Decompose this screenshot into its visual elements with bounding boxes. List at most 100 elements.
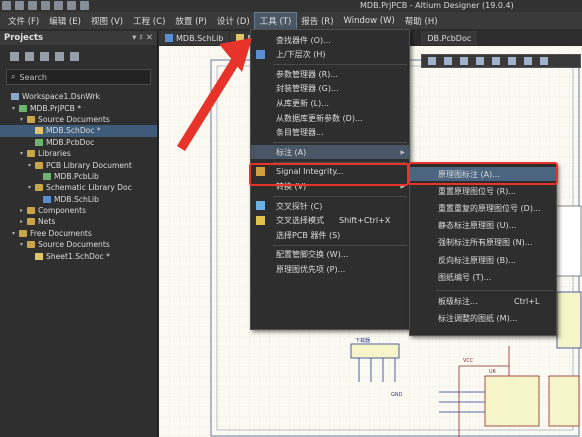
tools-menu-item[interactable]: 从库更新 (L)... xyxy=(251,96,409,110)
annotation-menu-item[interactable]: 图纸编号 (T)... xyxy=(410,270,556,284)
menu-tools[interactable]: 工具 (T) xyxy=(253,11,298,30)
annotation-menu-item[interactable]: 静态标注原理图 (U)... xyxy=(410,219,556,233)
expand-arrow-icon[interactable]: ▸ xyxy=(20,207,27,214)
tree-item[interactable]: ▾ Libraries xyxy=(0,148,157,159)
tools-menu-item[interactable]: 参数管理器 (R)... xyxy=(251,67,409,81)
search-field[interactable]: ⌕ Search xyxy=(6,69,151,85)
menu-design[interactable]: 设计 (D) xyxy=(212,13,255,29)
tree-item[interactable]: MDB.PcbDoc xyxy=(0,137,157,148)
save-icon[interactable] xyxy=(28,1,37,10)
menu-item-label: 标注 (A) xyxy=(276,147,307,157)
tools-menu-item[interactable]: 交叉选择模式 Shift+Ctrl+X xyxy=(251,214,409,228)
tools-menu-item[interactable]: 配置管脚交换 (W)... xyxy=(251,248,409,262)
menu-item-label: 条目管理器... xyxy=(276,128,324,138)
panel-controls[interactable]: ▾ ♯ ✕ xyxy=(132,33,153,43)
tools-menu-item[interactable]: 选择PCB 器件 (S) xyxy=(251,228,409,242)
menu-view[interactable]: 视图 (V) xyxy=(86,13,128,29)
menu-item-label: 板级标注... xyxy=(438,296,478,306)
tree-item[interactable]: MDB.PcbLib xyxy=(0,171,157,182)
title-bar: MDB.PrjPCB - Altium Designer (19.0.4) xyxy=(0,0,582,12)
expand-arrow-icon[interactable]: ▾ xyxy=(12,105,19,112)
new-icon[interactable] xyxy=(2,1,11,10)
part-label-downloader: 下载器 xyxy=(355,337,370,344)
tree-item[interactable]: ▾ Source Documents xyxy=(0,239,157,250)
menu-edit[interactable]: 编辑 (E) xyxy=(44,13,86,29)
tree-item[interactable]: MDB.SchDoc * xyxy=(0,125,157,137)
part-label-vcc: VCC xyxy=(463,358,474,364)
align-icon[interactable] xyxy=(476,57,484,65)
tools-menu-item[interactable]: 查找器件 (O)... xyxy=(251,33,409,47)
redo-icon[interactable] xyxy=(80,1,89,10)
tree-item[interactable]: ▾ Free Documents xyxy=(0,228,157,239)
menu-file[interactable]: 文件 (F) xyxy=(3,13,44,29)
annotation-menu-item[interactable]: 板级标注... Ctrl+L xyxy=(410,294,556,308)
submenu-arrow-icon: ▶ xyxy=(400,148,405,156)
tools-menu-item[interactable]: 上/下层次 (H) xyxy=(251,48,409,62)
add-document-icon[interactable] xyxy=(40,51,49,61)
tree-item[interactable]: Workspace1.DsnWrk xyxy=(0,91,157,102)
menu-help[interactable]: 帮助 (H) xyxy=(400,13,443,29)
menu-item-label: 从库更新 (L)... xyxy=(276,98,329,108)
add-icon[interactable] xyxy=(444,57,452,65)
menu-reports[interactable]: 报告 (R) xyxy=(296,13,338,29)
save-icon[interactable] xyxy=(10,51,19,61)
tree-item[interactable]: ▾ Source Documents xyxy=(0,114,157,125)
undo-icon[interactable] xyxy=(67,1,76,10)
annotation-menu-item[interactable]: 反向标注原理图 (B)... xyxy=(410,253,556,267)
menu-window[interactable]: Window (W) xyxy=(339,14,400,28)
save-all-icon[interactable] xyxy=(41,1,50,10)
expand-arrow-icon[interactable]: ▾ xyxy=(20,150,27,157)
expand-arrow-icon[interactable]: ▾ xyxy=(20,116,27,123)
expand-arrow-icon[interactable]: ▾ xyxy=(28,184,35,191)
schematic-active-toolbar xyxy=(421,54,581,68)
tree-item-label: Source Documents xyxy=(38,240,110,250)
power-port-icon[interactable] xyxy=(524,57,532,65)
menu-project[interactable]: 工程 (C) xyxy=(128,13,170,29)
filter-icon[interactable] xyxy=(428,57,436,65)
tree-item-label: PCB Library Document xyxy=(46,160,132,170)
tools-menu-item[interactable]: 条目管理器... xyxy=(251,126,409,140)
tools-menu-item[interactable]: 从数据库更新参数 (D)... xyxy=(251,111,409,125)
menu-item-label: 上/下层次 (H) xyxy=(276,50,326,60)
add-folder-icon[interactable] xyxy=(55,51,64,61)
expand-arrow-icon[interactable]: ▾ xyxy=(12,230,19,237)
tree-item-label: Schematic Library Doc xyxy=(46,183,132,193)
tree-item[interactable]: ▾ MDB.PrjPCB * xyxy=(0,102,157,113)
compile-icon[interactable] xyxy=(25,51,34,61)
tools-menu-item[interactable]: 原理图优先项 (P)... xyxy=(251,262,409,276)
workspace-icon xyxy=(11,93,19,101)
tab-pcbdoc[interactable]: DB.PcbDoc xyxy=(421,31,478,45)
tree-item[interactable]: ▾ Schematic Library Doc xyxy=(0,182,157,193)
tree-item[interactable]: MDB.SchLib xyxy=(0,194,157,205)
tree-item-label: Libraries xyxy=(38,149,71,159)
tree-item[interactable]: ▾ PCB Library Document xyxy=(0,159,157,170)
folder-icon xyxy=(27,218,35,226)
tree-item[interactable]: Sheet1.SchDoc * xyxy=(0,250,157,261)
annotation-menu-item[interactable]: 强制标注所有原理图 (N)... xyxy=(410,236,556,250)
expand-arrow-icon[interactable]: ▸ xyxy=(20,218,27,225)
tree-item[interactable]: ▸ Components xyxy=(0,205,157,216)
annotation-menu-item[interactable]: 标注调整的图纸 (M)... xyxy=(410,312,556,326)
rect-select-icon[interactable] xyxy=(460,57,468,65)
quick-access-toolbar xyxy=(2,1,89,10)
annotation-menu-item[interactable]: 重置重复的原理图位号 (D)... xyxy=(410,201,556,215)
tree-item[interactable]: ▸ Nets xyxy=(0,216,157,227)
annotation-menu-item[interactable]: 重置原理图位号 (R)... xyxy=(410,184,556,198)
net-label-icon[interactable] xyxy=(508,57,516,65)
menu-item-label: 图纸编号 (T)... xyxy=(438,272,492,282)
tools-menu-item[interactable]: 标注 (A) ▶ xyxy=(251,145,409,160)
menu-place[interactable]: 放置 (P) xyxy=(170,13,211,29)
folder-icon[interactable] xyxy=(54,1,63,10)
expand-arrow-icon[interactable]: ▾ xyxy=(28,162,35,169)
tree-item-label: Workspace1.DsnWrk xyxy=(22,92,101,102)
tools-menu-item[interactable]: 交叉探针 (C) xyxy=(251,199,409,213)
expand-arrow-icon[interactable]: ▾ xyxy=(20,241,27,248)
probe-icon xyxy=(256,201,265,210)
settings-icon[interactable] xyxy=(70,51,79,61)
open-icon[interactable] xyxy=(15,1,24,10)
project-tree: Workspace1.DsnWrk ▾ MDB.PrjPCB * ▾ Source Do… xyxy=(0,91,157,262)
tab-schlib[interactable]: MDB.SchLib xyxy=(159,31,230,45)
tools-menu-item[interactable]: 封装管理器 (G)... xyxy=(251,82,409,96)
wire-icon[interactable] xyxy=(492,57,500,65)
gnd-icon[interactable] xyxy=(540,57,548,65)
